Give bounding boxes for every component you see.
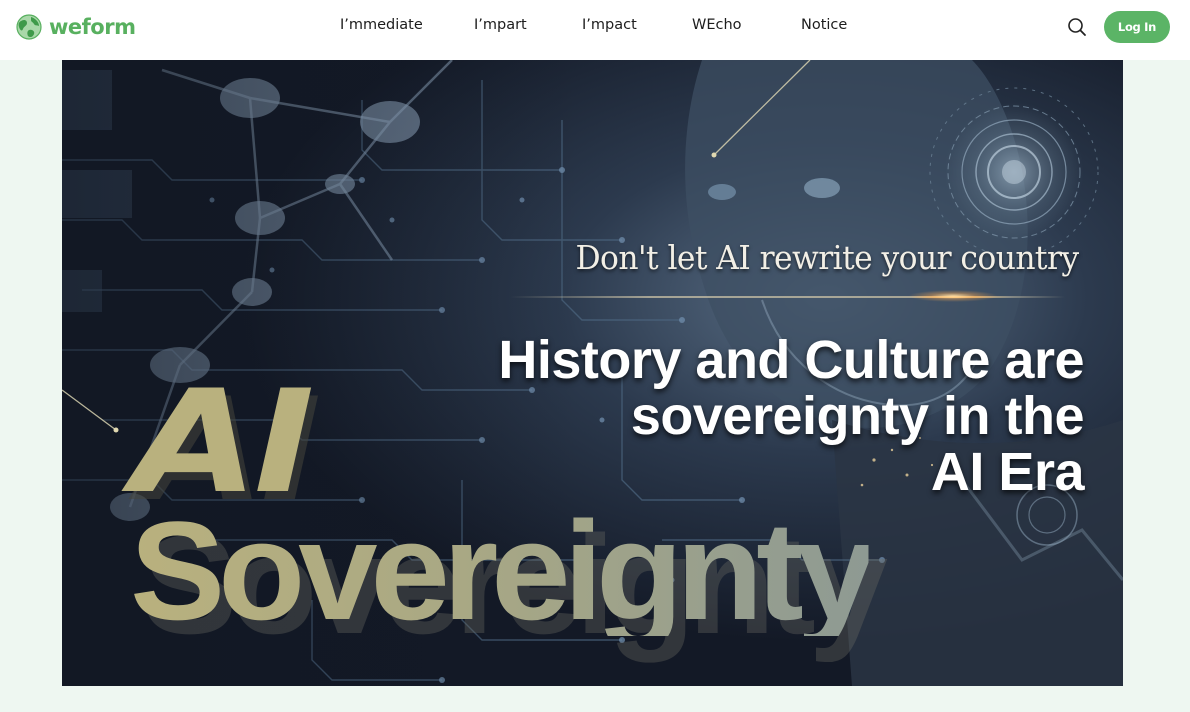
nav-item-notice[interactable]: Notice	[801, 17, 847, 33]
nav-item-impart[interactable]: I’mpart	[474, 17, 527, 33]
hero-big-text-sovereignty: Sovereignty	[130, 492, 876, 649]
nav-item-immediate[interactable]: I’mmediate	[340, 17, 423, 33]
hero-headline: History and Culture are sovereignty in t…	[498, 332, 1084, 500]
main-nav: I’mmediate I’mpart I’mpact WEcho Notice	[0, 0, 1190, 54]
search-icon[interactable]	[1066, 16, 1088, 38]
hero-banner[interactable]: Sovereignty AI Sovereignty Don't let AI …	[62, 60, 1123, 686]
hero-divider-flare	[908, 290, 998, 302]
login-button[interactable]: Log In	[1104, 11, 1170, 43]
top-bar: weform I’mmediate I’mpart I’mpact WEcho …	[0, 0, 1190, 60]
hero-headline-line: sovereignty in the	[630, 386, 1085, 446]
hero-headline-line: History and Culture are	[498, 330, 1084, 390]
hero-headline-line: AI Era	[930, 442, 1085, 502]
nav-item-wecho[interactable]: WEcho	[692, 17, 742, 33]
hero-big-text-ai: AI	[132, 360, 315, 525]
hero-tagline: Don't let AI rewrite your country	[575, 238, 1080, 277]
nav-item-impact[interactable]: I’mpact	[582, 17, 637, 33]
